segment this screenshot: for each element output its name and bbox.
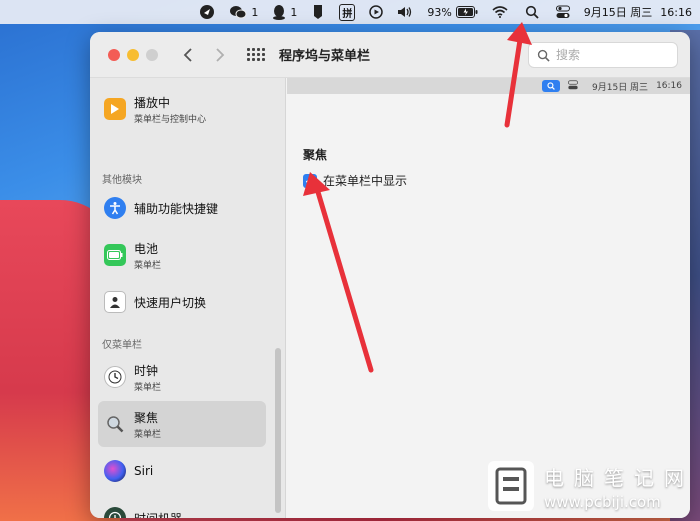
arrow-to-spotlight-icon <box>504 22 532 128</box>
watermark-cn: 电脑笔记网 <box>544 465 694 490</box>
watermark: 电脑笔记网 www.pcbiji.com <box>488 458 694 514</box>
annotation-arrows <box>303 22 532 373</box>
watermark-url: www.pcbiji.com <box>544 492 661 511</box>
arrow-to-checkbox <box>303 172 374 373</box>
watermark-logo-icon <box>488 461 534 511</box>
